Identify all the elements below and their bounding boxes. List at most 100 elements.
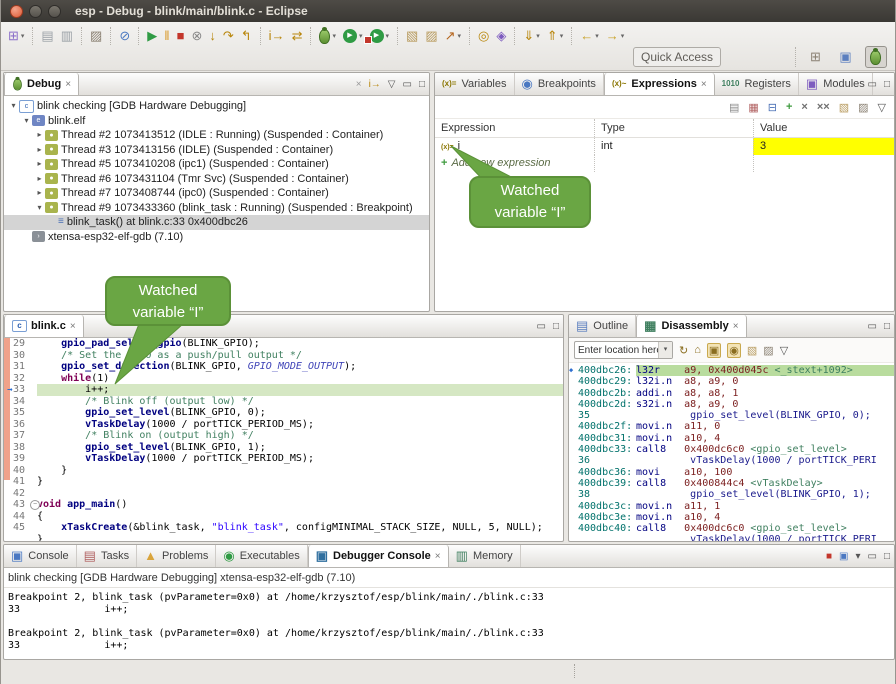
show-logical-structure-icon[interactable]: ▦ <box>748 101 758 114</box>
open-perspective-button[interactable]: ⊞ <box>805 46 827 68</box>
open-element-icon[interactable]: ◈ <box>493 26 509 46</box>
quick-access-button[interactable]: Quick Access <box>633 47 721 67</box>
tab-expressions[interactable]: (x)~Expressions× <box>604 73 715 95</box>
dropdown-arrow-icon[interactable]: ▾ <box>595 32 599 40</box>
save-all-icon[interactable]: ▥ <box>58 26 76 46</box>
tree-row[interactable]: ›xtensa-esp32-elf-gdb (7.10) <box>4 230 429 245</box>
expander-icon[interactable]: ▾ <box>34 201 45 215</box>
minimize-icon[interactable]: ▭ <box>868 551 877 562</box>
minimize-icon[interactable]: ▭ <box>868 79 877 90</box>
debug-icon[interactable]: ▾ <box>316 26 339 46</box>
launch-icon[interactable]: ↗▾ <box>442 26 464 46</box>
dropdown-arrow-icon[interactable]: ▾ <box>458 32 462 40</box>
tree-row[interactable]: ▾cblink checking [GDB Hardware Debugging… <box>4 99 429 114</box>
debug-perspective-button[interactable] <box>865 46 887 68</box>
display-selected-console-icon[interactable]: ▣ <box>839 551 848 562</box>
expander-icon[interactable]: ▾ <box>21 114 32 128</box>
window-close-button[interactable] <box>10 5 23 18</box>
resume-icon[interactable]: ▶ <box>144 26 160 46</box>
tab-console[interactable]: ▣Console <box>4 545 77 567</box>
suspend-icon[interactable]: ‖ <box>161 26 172 46</box>
step-into-icon[interactable]: ↓ <box>206 26 219 46</box>
column-value[interactable]: Value <box>753 119 894 137</box>
dropdown-arrow-icon[interactable]: ▾ <box>359 32 363 40</box>
maximize-icon[interactable]: □ <box>884 79 890 90</box>
window-maximize-button[interactable] <box>48 5 61 18</box>
terminate-console-icon[interactable]: ■ <box>826 551 832 562</box>
save-icon[interactable]: ▤ <box>38 26 56 46</box>
refresh-icon[interactable]: ↻ <box>679 344 688 357</box>
add-expression-icon[interactable]: + <box>786 101 792 113</box>
location-combo[interactable]: Enter location here ▾ <box>574 341 673 359</box>
tab-tasks[interactable]: ▤Tasks <box>77 545 137 567</box>
disconnect-icon[interactable]: ⊗ <box>188 26 205 46</box>
open-new-view-icon[interactable]: ▨ <box>858 101 868 114</box>
back-icon[interactable]: ←▾ <box>577 26 602 46</box>
step-over-icon[interactable]: ↷ <box>220 26 237 46</box>
tab-memory[interactable]: ▥Memory <box>449 545 521 567</box>
view-menu-icon[interactable]: ▽ <box>780 344 788 357</box>
tree-row[interactable]: ▸●Thread #5 1073410208 (ipc1) (Suspended… <box>4 157 429 172</box>
dropdown-arrow-icon[interactable]: ▾ <box>332 32 336 40</box>
maximize-icon[interactable]: □ <box>884 551 890 562</box>
expander-icon[interactable]: ▸ <box>34 143 45 157</box>
tab-modules[interactable]: ▣Modules <box>799 73 873 95</box>
debug-launch-tree[interactable]: ▾cblink checking [GDB Hardware Debugging… <box>4 96 429 244</box>
open-project-icon[interactable]: ▨ <box>422 26 440 46</box>
expander-icon[interactable]: ▾ <box>8 99 19 113</box>
last-edit-location-icon[interactable]: ⇓▾ <box>520 26 542 46</box>
build-icon[interactable]: ▨ <box>87 26 105 46</box>
maximize-icon[interactable]: □ <box>553 321 559 332</box>
tab-blink-c-close-icon[interactable]: × <box>70 321 76 332</box>
search-icon[interactable]: ◎ <box>475 26 492 46</box>
tree-row[interactable]: ≡blink_task() at blink.c:33 0x400dbc26 <box>4 215 429 230</box>
column-type[interactable]: Type <box>594 119 753 137</box>
tab-disassembly-close-icon[interactable]: × <box>733 321 739 332</box>
run-icon[interactable]: ▶▾ <box>340 26 366 46</box>
tab-breakpoints[interactable]: ◉Breakpoints <box>515 73 604 95</box>
new-wizard-icon[interactable]: ⊞▾ <box>5 26 27 46</box>
minimize-icon[interactable]: ▭ <box>537 321 546 332</box>
next-annotation-icon[interactable]: ⇑▾ <box>544 26 566 46</box>
new-view-icon[interactable]: ▧ <box>747 344 757 357</box>
tree-row[interactable]: ▸●Thread #2 1073413512 (IDLE : Running) … <box>4 128 429 143</box>
view-menu-icon[interactable]: ▽ <box>878 101 886 114</box>
tree-row[interactable]: ▾●Thread #9 1073433360 (blink_task : Run… <box>4 201 429 216</box>
tab-debug[interactable]: Debug × <box>4 73 79 95</box>
tab-problems[interactable]: ▲Problems <box>137 545 216 567</box>
step-return-icon[interactable]: ↰ <box>238 26 255 46</box>
tab-executables[interactable]: ◉Executables <box>216 545 307 567</box>
maximize-icon[interactable]: □ <box>884 321 890 332</box>
collapse-all-icon[interactable]: ⊟ <box>768 101 777 114</box>
tab-expressions-close-icon[interactable]: × <box>701 79 707 90</box>
minimize-icon[interactable]: ▭ <box>868 321 877 332</box>
expander-icon[interactable]: ▸ <box>34 157 45 171</box>
show-source-toggle-icon[interactable]: ▣ <box>707 343 721 358</box>
tree-row[interactable]: ▸●Thread #3 1073413156 (IDLE) (Suspended… <box>4 143 429 158</box>
tab-debugger-console[interactable]: ▣Debugger Console× <box>308 545 449 567</box>
new-expressions-view-icon[interactable]: ▧ <box>839 101 849 114</box>
dropdown-arrow-icon[interactable]: ▾ <box>21 32 25 40</box>
home-icon[interactable]: ⌂ <box>694 344 701 356</box>
remove-expression-icon[interactable]: × <box>801 101 807 113</box>
location-combo-dropdown-icon[interactable]: ▾ <box>658 342 672 358</box>
instruction-stepping-icon[interactable]: i→ <box>266 26 288 46</box>
expander-icon[interactable]: ▸ <box>34 128 45 142</box>
column-expression[interactable]: Expression <box>435 119 594 137</box>
dropdown-arrow-icon[interactable]: ▾ <box>536 32 540 40</box>
tab-disassembly[interactable]: ▦Disassembly× <box>636 315 746 337</box>
remove-all-expressions-icon[interactable]: ×× <box>817 101 830 113</box>
maximize-icon[interactable]: □ <box>419 79 425 90</box>
tab-debugger-console-close-icon[interactable]: × <box>435 551 441 562</box>
instruction-stepping-toggle-icon[interactable]: i→ <box>369 79 381 90</box>
tree-row[interactable]: ▾eblink.elf <box>4 114 429 129</box>
open-new-view-icon[interactable]: ▨ <box>763 344 773 357</box>
sync-selection-toggle-icon[interactable]: ◉ <box>727 343 741 358</box>
editor-content[interactable]: 29 gpio_pad_select_gpio(BLINK_GPIO);30 /… <box>4 338 563 542</box>
tab-variables[interactable]: (x)=Variables <box>435 73 515 95</box>
dropdown-arrow-icon[interactable]: ▾ <box>855 551 860 562</box>
minimize-icon[interactable]: ▭ <box>403 79 412 90</box>
tree-row[interactable]: ▸●Thread #6 1073431104 (Tmr Svc) (Suspen… <box>4 172 429 187</box>
new-project-icon[interactable]: ▧ <box>403 26 421 46</box>
dropdown-arrow-icon[interactable]: ▾ <box>560 32 564 40</box>
